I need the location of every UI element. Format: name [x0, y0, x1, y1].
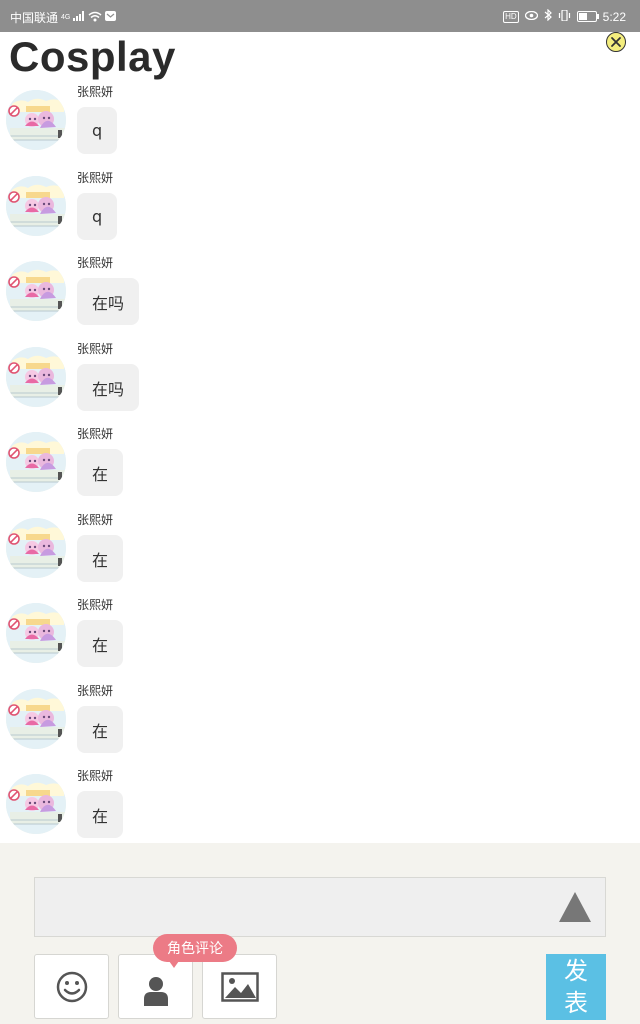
message-item: 张熙妍 在吗: [0, 255, 640, 341]
composer-panel: 角色评论 发 表: [0, 843, 640, 1024]
hd-icon: HD: [503, 10, 519, 23]
signal-bars-icon: [73, 11, 85, 24]
status-left: 中国联通 4G: [10, 9, 117, 26]
triangle-up-icon[interactable]: [559, 892, 591, 922]
image-button[interactable]: [202, 954, 277, 1019]
message-username: 张熙妍: [77, 256, 114, 270]
message-bubble: 在: [77, 620, 124, 667]
message-bubble: q: [77, 107, 118, 154]
avatar[interactable]: [6, 603, 66, 663]
message-item: 张熙妍 在吗: [0, 341, 640, 427]
message-bubble: 在吗: [77, 364, 140, 411]
role-comment-tooltip: 角色评论: [153, 934, 237, 968]
message-item: 张熙妍在: [0, 768, 640, 843]
message-username: 张熙妍: [77, 598, 114, 612]
close-icon: [611, 37, 621, 47]
avatar[interactable]: [6, 261, 66, 321]
message-item: 张熙妍在: [0, 597, 640, 683]
message-bubble: 在: [77, 791, 124, 838]
message-bubble: 在: [77, 706, 124, 753]
message-item: 张熙妍在: [0, 426, 640, 512]
message-username: 张熙妍: [77, 684, 114, 698]
image-icon: [220, 971, 259, 1002]
status-bar: 中国联通 4G HD 5:22: [0, 0, 640, 32]
avatar[interactable]: [6, 774, 66, 834]
message-username: 张熙妍: [77, 513, 114, 527]
role-comment-button[interactable]: [118, 954, 193, 1019]
vibrate-icon: [558, 8, 571, 24]
battery-icon: [576, 11, 599, 22]
message-item: 张熙妍在: [0, 512, 640, 598]
message-username: 张熙妍: [77, 171, 114, 185]
close-button[interactable]: [606, 32, 626, 52]
avatar[interactable]: [6, 518, 66, 578]
message-bubble: 在吗: [77, 278, 140, 325]
avatar[interactable]: [6, 432, 66, 492]
message-username: 张熙妍: [77, 427, 114, 441]
message-item: 张熙妍 q: [0, 85, 640, 170]
emoji-button[interactable]: [34, 954, 109, 1019]
message-item: 张熙妍在: [0, 683, 640, 769]
avatar[interactable]: [6, 90, 66, 150]
message-username: 张熙妍: [77, 342, 114, 356]
emoji-icon: [56, 971, 87, 1002]
post-button[interactable]: 发 表: [546, 954, 606, 1020]
message-icon: [105, 11, 117, 24]
eye-icon: [524, 10, 538, 23]
post-label-line1: 发: [564, 957, 588, 985]
message-bubble: 在: [77, 535, 124, 582]
carrier-name: 中国联通: [10, 11, 59, 25]
message-username: 张熙妍: [77, 769, 114, 783]
avatar[interactable]: [6, 689, 66, 749]
message-item: 张熙妍 q: [0, 170, 640, 256]
avatar[interactable]: [6, 347, 66, 407]
status-right: HD 5:22: [503, 8, 626, 24]
clock: 5:22: [602, 9, 626, 24]
signal-icon: 4G: [61, 13, 71, 21]
message-input[interactable]: [34, 877, 606, 937]
post-label-line2: 表: [564, 989, 588, 1017]
message-list[interactable]: 张熙妍 q 张熙妍 q 张熙妍 在吗 张熙妍 在吗 张熙妍在 张熙妍 在 张熙妍…: [0, 85, 640, 843]
message-username: 张熙妍: [77, 85, 114, 99]
bluetooth-icon: [544, 8, 552, 24]
person-icon: [143, 976, 168, 1006]
message-bubble: 在: [77, 449, 124, 496]
message-bubble: q: [77, 193, 118, 240]
battery-level: [578, 13, 588, 20]
avatar[interactable]: [6, 176, 66, 236]
page-title: Cosplay: [9, 33, 176, 80]
wifi-icon: [88, 11, 102, 25]
